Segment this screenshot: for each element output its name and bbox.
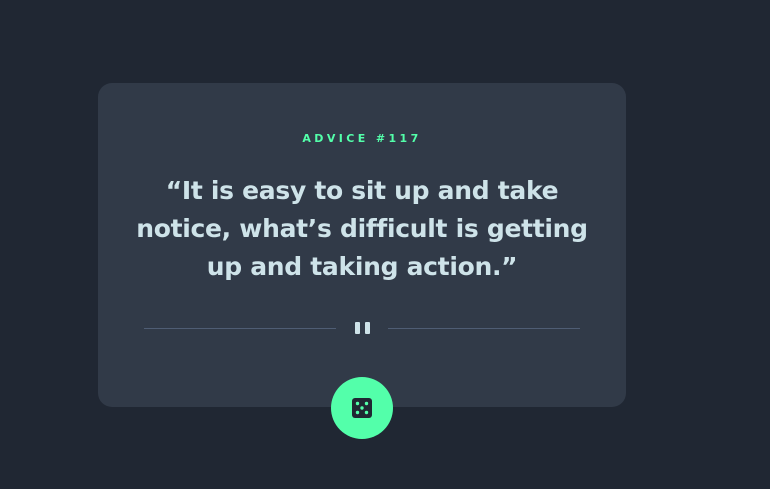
divider-line-left: [144, 328, 336, 329]
divider-line-right: [388, 328, 580, 329]
advice-number: ADVICE #117: [302, 132, 422, 145]
pause-icon: [350, 322, 374, 334]
advice-quote: “It is easy to sit up and take notice, w…: [136, 176, 588, 281]
advice-card: ADVICE #117 “It is easy to sit up and ta…: [98, 83, 626, 407]
dice-icon: [352, 398, 372, 418]
generate-advice-button[interactable]: [331, 377, 393, 439]
divider: [144, 321, 580, 335]
